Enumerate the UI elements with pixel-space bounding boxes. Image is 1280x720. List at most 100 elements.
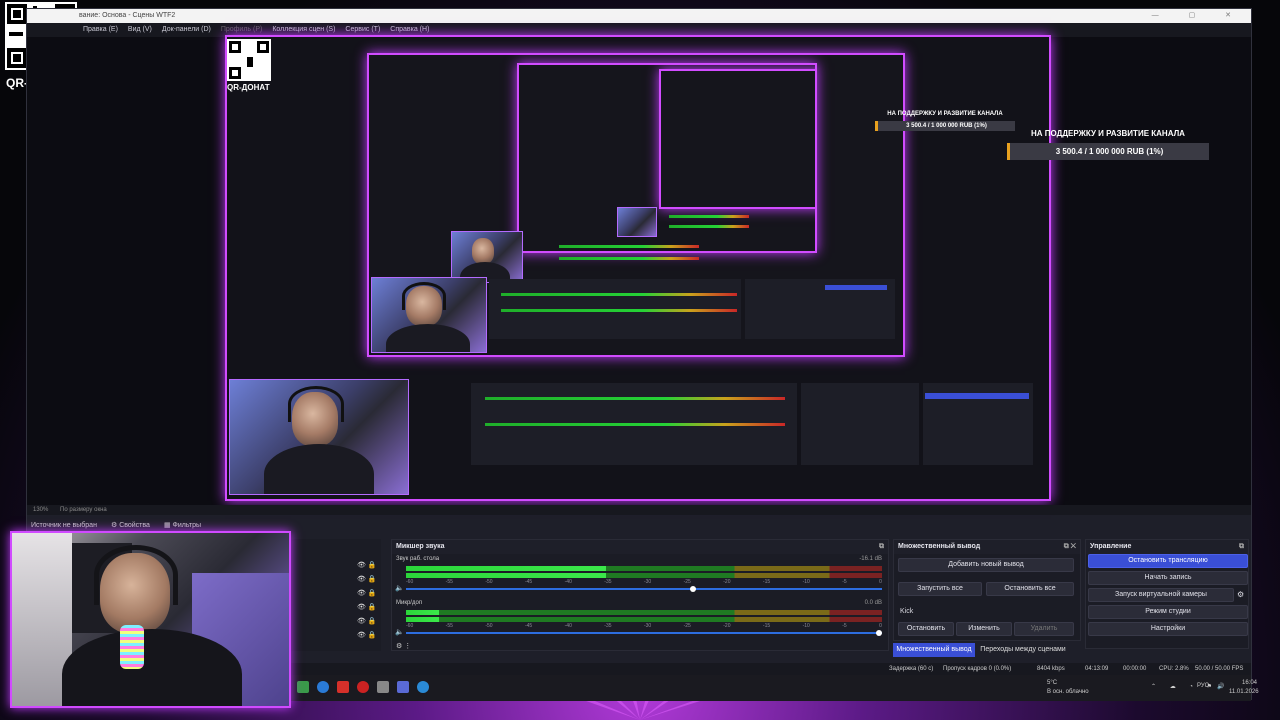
edit-output-button[interactable]: Изменить <box>956 622 1012 636</box>
channel-db: 0.0 dB <box>864 600 882 606</box>
weather-desc: В осн. облачно <box>1047 689 1089 695</box>
speaker-icon[interactable]: 🔈 <box>395 584 404 592</box>
speaker-icon[interactable]: 🔈 <box>395 628 404 636</box>
meter-tick-label: 0 <box>879 623 882 629</box>
meter-tick-label: -45 <box>524 579 533 585</box>
webcam-overlay <box>10 531 291 708</box>
obs-icon[interactable] <box>357 681 369 693</box>
settings-button[interactable]: Настройки <box>1088 622 1248 636</box>
app-icon[interactable] <box>417 681 429 693</box>
language-indicator[interactable]: РУС <box>1197 683 1209 689</box>
channel-name: Звук раб. стола <box>396 556 440 562</box>
meter-tick-label: -55 <box>445 579 453 585</box>
controls-title: Управление <box>1090 543 1132 550</box>
nested-cam-1 <box>371 277 487 353</box>
status-fps: 50.00 / 50.00 FPS <box>1195 666 1244 672</box>
mixer-title: Микшер звука ⧉ <box>392 540 888 554</box>
sources-dock: 👁 🔒 👁 🔒 👁 🔒 👁 🔒 👁 🔒 👁 🔒 <box>291 539 381 651</box>
desktop-background: QR-ДОНАТ вание: Основа - Сцены WTF2 — ▢ … <box>0 0 1280 720</box>
meter-tick-label: -5 <box>842 579 847 585</box>
properties-label: Свойства <box>119 522 150 529</box>
menu-docks[interactable]: Док-панели (D) <box>162 23 211 37</box>
menu-view[interactable]: Вид (V) <box>128 23 152 37</box>
status-dropped: Пропуск кадров 0 (0.0%) <box>943 666 1012 672</box>
output-target-name: Kick <box>900 608 914 615</box>
meter-tick-label: -50 <box>485 623 493 629</box>
add-output-button[interactable]: Добавить новый вывод <box>898 558 1074 572</box>
meter-tick-label: -40 <box>564 623 572 629</box>
level-meter-r <box>406 573 882 578</box>
zoom-fit[interactable]: По размеру окна <box>60 507 107 513</box>
preview-webcam <box>229 379 409 495</box>
clock[interactable]: 16:04 11.01.2026 <box>1229 679 1259 697</box>
nested-frame-4 <box>659 69 815 209</box>
level-meter <box>406 610 882 615</box>
dock-float-icon[interactable]: ⧉ <box>879 540 884 554</box>
preview-multi-replica <box>801 383 919 465</box>
stop-stream-button[interactable]: Остановить трансляцию <box>1088 554 1248 568</box>
preview-mixer-replica <box>471 383 797 465</box>
menu-edit[interactable]: Правка (E) <box>83 23 118 37</box>
stop-output-button[interactable]: Остановить <box>898 622 954 636</box>
meter-tick-label: -20 <box>723 579 731 585</box>
preview-zoom-bar: 130% По размеру окна <box>27 505 1251 515</box>
status-delay: Задержка (60 с) <box>889 666 934 672</box>
status-stream-time: 04:13:09 <box>1085 666 1109 672</box>
donation-title: НА ПОДДЕРЖКУ И РАЗВИТИЕ КАНАЛА <box>1031 129 1185 138</box>
windows-taskbar: 5°C В осн. облачно ⌃ ☁ ◔ ⚑ РУС 🔊 16:04 1… <box>291 675 1259 701</box>
meter-tick-label: 0 <box>879 579 882 585</box>
zoom-value[interactable]: 130% <box>33 507 48 513</box>
weather-widget[interactable]: 5°C В осн. облачно <box>1047 679 1089 697</box>
meter-tick-label: -45 <box>524 623 533 629</box>
tab-transitions[interactable]: Переходы между сценами <box>977 643 1069 657</box>
dock-close-icon[interactable]: ⧉ ✕ <box>1064 540 1076 554</box>
tab-multi-output[interactable]: Множественный вывод <box>893 643 975 657</box>
delete-output-button[interactable]: Удалить <box>1014 622 1074 636</box>
app-icon[interactable] <box>397 681 409 693</box>
volume-icon[interactable]: 🔊 <box>1217 683 1224 690</box>
studio-mode-button[interactable]: Режим студии <box>1088 605 1248 619</box>
app-icon[interactable] <box>377 681 389 693</box>
meter-tick-label: -15 <box>762 623 771 629</box>
meter-tick-label: -20 <box>723 623 731 629</box>
channel-name: Микр/доп <box>396 600 423 606</box>
nested-mixer <box>489 279 741 339</box>
filters-label: Фильтры <box>172 522 202 529</box>
channel-db: -16.1 dB <box>859 556 882 562</box>
nested-donation-amount: 3 500.4 / 1 000 000 RUB (1%) <box>875 121 1015 131</box>
level-meter <box>406 566 882 571</box>
meter-tick-label: -10 <box>802 623 810 629</box>
start-recording-button[interactable]: Начать запись <box>1088 571 1248 585</box>
level-meter-r <box>406 617 882 622</box>
virtual-camera-button[interactable]: Запуск виртуальной камеры <box>1088 588 1234 602</box>
mixer-channel-mic: Микр/доп 0.0 dB -60 -55 -50 -45 -40 -35 -30 -25… <box>392 600 888 646</box>
nested-controls <box>745 279 895 339</box>
nested-cam-2 <box>451 231 523 283</box>
window-controls[interactable]: — ▢ ✕ <box>1152 9 1245 23</box>
mixer-channel-desktop: Звук раб. стола -16.1 dB -60 -55 -50 -45 -40… <box>392 554 888 600</box>
volume-slider[interactable] <box>406 630 882 636</box>
meter-tick-label: -30 <box>643 579 652 585</box>
multi-output-title: Множественный вывод <box>898 543 981 550</box>
source-visibility-icons[interactable]: 👁 🔒 👁 🔒 👁 🔒 👁 🔒 👁 🔒 👁 🔒 <box>357 559 377 643</box>
nested-donation: НА ПОДДЕРЖКУ И РАЗВИТИЕ КАНАЛА 3 500.4 /… <box>875 111 1015 131</box>
mixer-settings-icon[interactable]: ⚙ ⋮ <box>396 642 411 650</box>
gear-icon[interactable]: ⚙ <box>1237 590 1244 599</box>
clock-date: 11.01.2026 <box>1229 689 1259 695</box>
volume-slider[interactable] <box>406 586 882 592</box>
nested-qr-label: QR-ДОНАТ <box>227 83 270 92</box>
yandex-icon[interactable] <box>337 681 349 693</box>
meter-tick-label: -40 <box>564 579 572 585</box>
dock-float-icon[interactable]: ⧉ <box>1239 540 1244 554</box>
app-icon[interactable] <box>297 681 309 693</box>
preview-canvas[interactable]: QR-ДОНАТ НА ПОДДЕРЖКУ И РАЗВИТИЕ КАНАЛА … <box>27 35 1251 505</box>
stop-all-button[interactable]: Остановить все <box>986 582 1074 596</box>
mixer-title-text: Микшер звука <box>396 543 445 550</box>
meter-tick-label: -5 <box>842 623 847 629</box>
preview-control-replica <box>923 383 1033 465</box>
controls-dock: Управление ⧉ Остановить трансляцию Начать… <box>1085 539 1249 649</box>
meter-tick-label: -60 <box>406 623 414 629</box>
start-all-button[interactable]: Запустить все <box>898 582 982 596</box>
browser-icon[interactable] <box>317 681 329 693</box>
rgb-microphone <box>120 625 144 669</box>
